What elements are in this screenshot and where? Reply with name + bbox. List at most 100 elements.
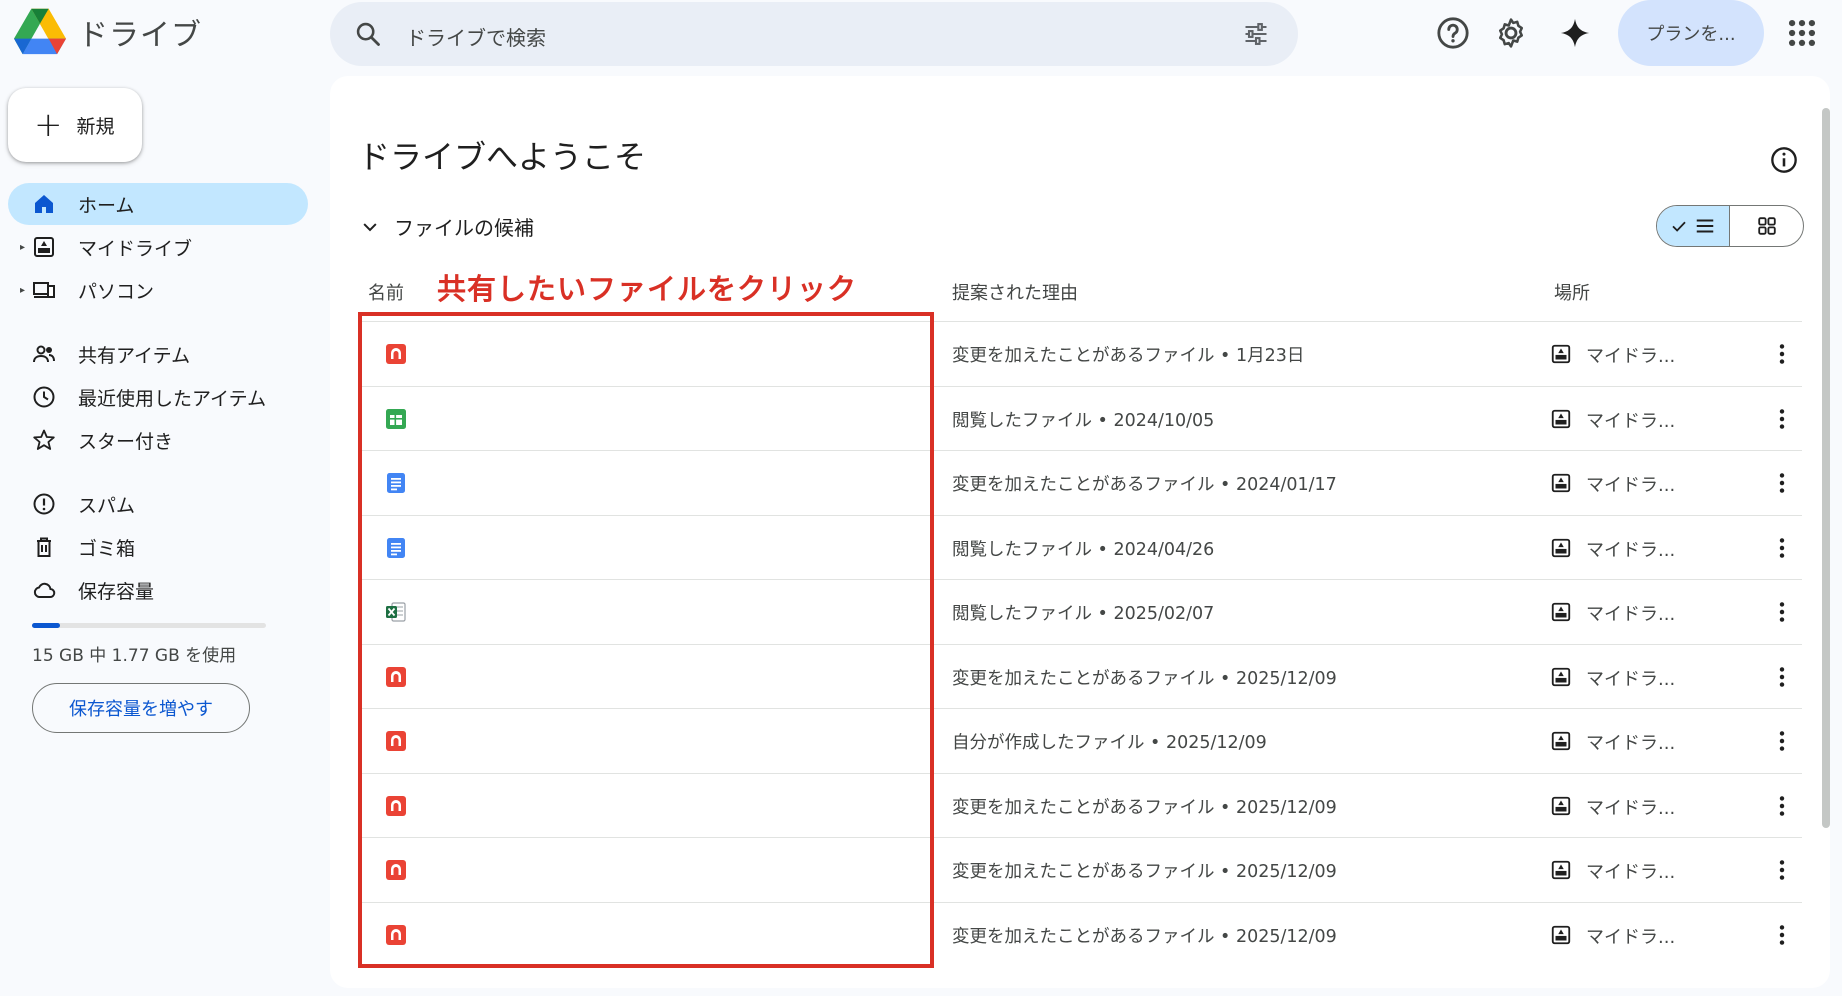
clock-icon [33,386,55,408]
sidebar-item-label: パソコン [78,280,155,303]
expand-caret-icon[interactable]: ▸ [20,242,25,253]
file-location: マイドラ... [1586,410,1676,432]
file-reason: 変更を加えたことがあるファイル • 2025/12/09 [952,797,1337,818]
gemini-sparkle-icon[interactable] [1558,16,1592,50]
my-drive-location-icon [1551,409,1571,428]
star-icon [33,429,55,450]
file-location: マイドラ... [1586,604,1676,625]
sidebar-item-computers[interactable]: ▸ パソコン [8,269,308,311]
file-location: マイドラ... [1586,475,1676,496]
sidebar-item-trash[interactable]: ゴミ箱 [8,526,308,568]
search-input[interactable]: ドライブで検索 [406,22,546,51]
sidebar-item-label: 共有アイテム [78,344,191,367]
my-drive-location-icon [1551,925,1571,944]
file-reason: 自分が作成したファイル • 2025/12/09 [952,733,1267,753]
view-toggle[interactable] [1656,205,1804,247]
drive-logo-icon [14,8,66,55]
file-location: マイドラ... [1586,797,1676,819]
more-options-icon[interactable] [1768,534,1796,562]
file-reason: 変更を加えたことがあるファイル • 2025/12/09 [952,862,1337,882]
more-options-icon[interactable] [1768,663,1796,691]
scrollbar[interactable] [1822,108,1830,828]
file-location: マイドラ... [1586,733,1676,754]
file-location: マイドラ... [1586,926,1676,948]
more-options-icon[interactable] [1768,856,1796,884]
my-drive-location-icon [1551,344,1571,364]
sidebar-item-my-drive[interactable]: ▸ マイドライブ [8,226,308,268]
grid-icon [1757,217,1776,235]
file-location: マイドラ... [1586,668,1676,690]
more-options-icon[interactable] [1768,598,1796,626]
plus-icon: + [34,105,63,145]
file-reason: 閲覧したファイル • 2024/04/26 [952,539,1215,560]
my-drive-location-icon [1551,602,1571,622]
section-title: ファイルの候補 [394,216,534,240]
expand-caret-icon[interactable]: ▸ [20,285,25,296]
sidebar-item-label: ゴミ箱 [78,537,136,560]
sidebar-item-label: 保存容量 [78,580,155,603]
my-drive-location-icon [1551,860,1571,880]
upgrade-plan-button[interactable]: プランを... [1618,0,1764,66]
search-options-icon[interactable] [1242,20,1270,48]
column-header-location: 場所 [1554,283,1590,304]
search-bar[interactable]: ドライブで検索 [330,2,1298,66]
storage-usage-text: 15 GB 中 1.77 GB を使用 [32,646,237,666]
file-reason: 閲覧したファイル • 2024/10/05 [952,410,1215,431]
file-reason: 変更を加えたことがあるファイル • 2025/12/09 [952,668,1337,689]
more-options-icon[interactable] [1768,921,1796,949]
storage-usage-fill [32,623,60,628]
my-drive-location-icon [1551,796,1571,815]
spam-icon [33,493,55,515]
sidebar-item-label: マイドライブ [78,237,193,260]
help-icon[interactable] [1436,16,1470,50]
more-options-icon[interactable] [1768,405,1796,433]
sidebar-item-home[interactable]: ホーム [8,183,308,225]
more-options-icon[interactable] [1768,340,1796,368]
sidebar-item-recent[interactable]: 最近使用したアイテム [8,376,308,418]
main-content: ドライブへようこそ ファイルの候補 名前 共有したいファイルをクリック 提案され… [330,76,1830,988]
page-title: ドライブへようこそ [358,138,647,176]
trash-icon [37,537,51,557]
file-reason: 変更を加えたことがあるファイル • 2025/12/09 [952,926,1337,947]
home-icon [35,195,53,213]
sidebar-item-label: スター付き [78,430,174,453]
file-reason: 閲覧したファイル • 2025/02/07 [952,604,1215,624]
search-icon[interactable] [354,20,382,48]
sidebar-item-shared[interactable]: 共有アイテム [8,333,308,375]
sidebar-item-storage[interactable]: 保存容量 [8,569,308,611]
file-reason: 変更を加えたことがあるファイル • 2024/01/17 [952,475,1337,495]
column-header-name[interactable]: 名前 [368,279,404,305]
new-button[interactable]: + 新規 [8,88,142,162]
app-title: ドライブ [78,18,202,53]
list-view-button[interactable] [1657,206,1730,246]
my-drive-location-icon [1551,538,1571,557]
sidebar-item-label: 最近使用したアイテム [78,387,267,410]
sidebar-item-starred[interactable]: スター付き [8,419,308,461]
get-more-storage-button[interactable]: 保存容量を増やす [32,683,250,733]
my-drive-location-icon [1551,473,1571,493]
apps-grid-icon[interactable] [1785,16,1819,50]
drive-logo[interactable]: ドライブ [14,8,202,56]
settings-gear-icon[interactable] [1494,16,1528,50]
more-options-icon[interactable] [1768,469,1796,497]
file-location: マイドラ... [1586,346,1676,367]
sidebar-item-label: ホーム [78,194,135,217]
computer-icon [33,282,55,298]
file-location: マイドラ... [1586,862,1676,883]
annotation-text: 共有したいファイルをクリック [437,272,858,306]
new-button-label: 新規 [76,115,115,138]
more-options-icon[interactable] [1768,792,1796,820]
check-icon [1672,221,1686,232]
cloud-icon [33,582,56,598]
info-icon[interactable] [1770,146,1798,174]
sidebar-item-label: スパム [78,494,136,517]
suggested-files-toggle[interactable]: ファイルの候補 [360,212,534,241]
my-drive-icon [34,237,54,257]
people-icon [33,345,55,363]
grid-view-button[interactable] [1730,206,1803,246]
sidebar-item-spam[interactable]: スパム [8,483,308,525]
file-reason: 変更を加えたことがあるファイル • 1月23日 [952,346,1305,366]
column-header-reason: 提案された理由 [952,283,1078,304]
more-options-icon[interactable] [1768,727,1796,755]
annotation-highlight-box [358,312,934,968]
